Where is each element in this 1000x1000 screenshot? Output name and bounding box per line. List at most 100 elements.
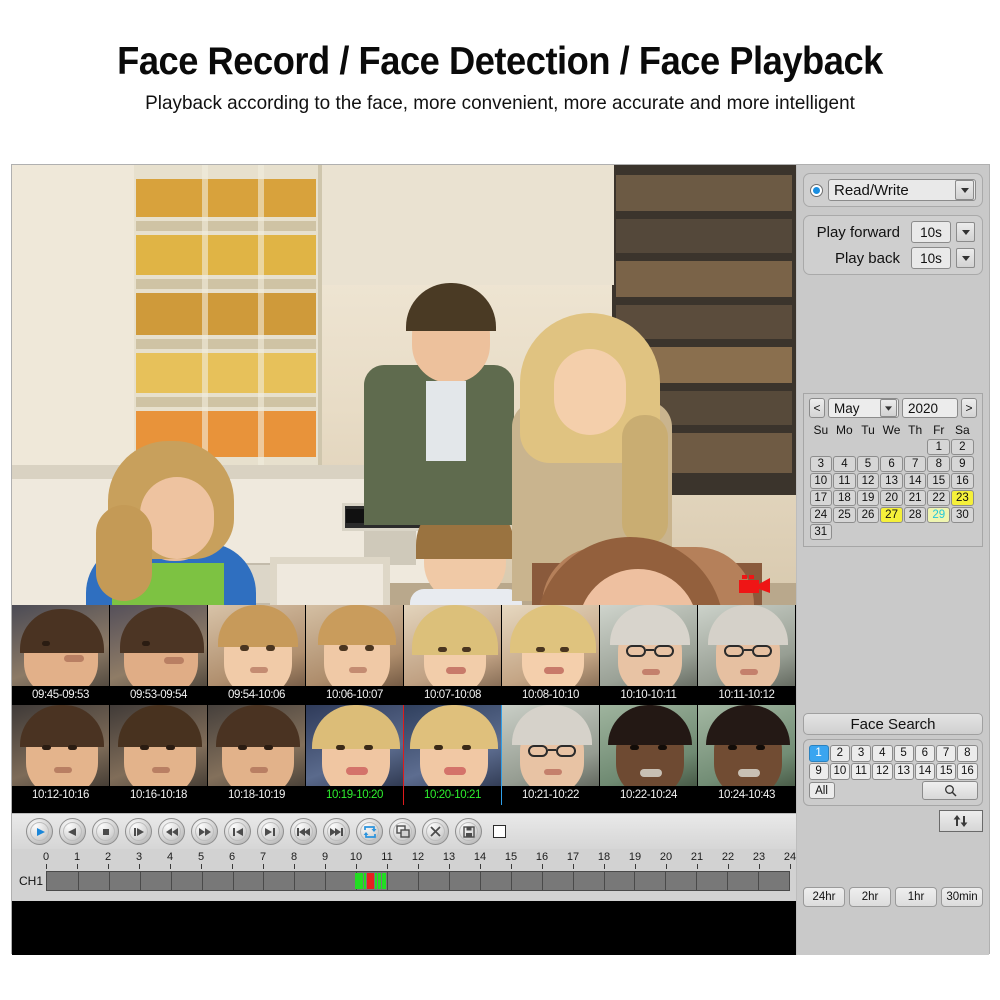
calendar-day[interactable]: 28 [904,507,927,523]
thumbnail-item[interactable]: 10:18-10:19 [208,705,306,805]
play-forward-chevron-down-icon[interactable] [956,222,975,242]
play-button[interactable] [26,818,53,845]
channel-button-14[interactable]: 14 [915,763,935,780]
calendar-day[interactable]: 6 [880,456,903,472]
calendar-prev-button[interactable]: < [809,398,825,418]
thumbnail-item[interactable]: 10:22-10:24 [600,705,698,805]
calendar-next-button[interactable]: > [961,398,977,418]
timeline-zoom-24hr[interactable]: 24hr [803,887,845,907]
play-forward-value[interactable]: 10s [911,221,951,243]
timeline-recording-segment[interactable] [355,873,360,889]
channel-button-6[interactable]: 6 [915,745,935,762]
timeline-zoom-1hr[interactable]: 1hr [895,887,937,907]
timeline-recording-segment[interactable] [382,873,386,889]
channel-button-16[interactable]: 16 [957,763,977,780]
calendar-day[interactable]: 12 [857,473,880,489]
thumbnail-item[interactable]: 10:07-10:08 [404,605,502,705]
timeline-zoom-2hr[interactable]: 2hr [849,887,891,907]
calendar-month-chevron-down-icon[interactable] [880,399,897,417]
channel-button-3[interactable]: 3 [851,745,871,762]
fast-forward-button[interactable] [191,818,218,845]
channel-button-10[interactable]: 10 [830,763,850,780]
calendar-day[interactable]: 21 [904,490,927,506]
channel-button-1[interactable]: 1 [809,745,829,762]
calendar-day[interactable]: 9 [951,456,974,472]
channel-button-2[interactable]: 2 [830,745,850,762]
video-preview[interactable] [12,165,796,605]
calendar-day[interactable]: 4 [833,456,856,472]
play-back-chevron-down-icon[interactable] [956,248,975,268]
rewind-button[interactable] [158,818,185,845]
calendar-day[interactable]: 20 [880,490,903,506]
chevron-down-icon[interactable] [955,180,974,200]
timeline-recording-segment[interactable] [364,873,367,889]
channel-button-9[interactable]: 9 [809,763,829,780]
timeline-recording-segment[interactable] [378,873,381,889]
loop-button[interactable] [356,818,383,845]
calendar-day[interactable]: 17 [810,490,833,506]
previous-button[interactable] [224,818,251,845]
thumbnail-item[interactable]: 10:12-10:16 [12,705,110,805]
calendar-day[interactable]: 23 [951,490,974,506]
calendar-month-select[interactable]: May [828,398,899,418]
channel-button-15[interactable]: 15 [936,763,956,780]
thumbnail-item[interactable]: 10:06-10:07 [306,605,404,705]
calendar-day[interactable]: 7 [904,456,927,472]
calendar-day[interactable]: 16 [951,473,974,489]
calendar-day[interactable]: 29 [927,507,950,523]
thumbnail-item[interactable]: 10:16-10:18 [110,705,208,805]
calendar-day[interactable]: 10 [810,473,833,489]
step-frame-button[interactable] [125,818,152,845]
timeline-recording-segment[interactable] [367,873,374,889]
channel-all-button[interactable]: All [809,782,835,799]
calendar-day[interactable]: 24 [810,507,833,523]
reverse-play-button[interactable] [59,818,86,845]
channel-button-12[interactable]: 12 [872,763,892,780]
thumbnail-item[interactable]: 10:11-10:12 [698,605,796,705]
timeline-track[interactable] [46,871,790,891]
channel-button-7[interactable]: 7 [936,745,956,762]
channel-button-13[interactable]: 13 [894,763,914,780]
calendar-day[interactable]: 2 [951,439,974,455]
sync-button[interactable] [939,810,983,832]
clip-button[interactable] [389,818,416,845]
timeline-recording-segment[interactable] [375,873,377,889]
calendar-day[interactable]: 1 [927,439,950,455]
previous-file-button[interactable] [290,818,317,845]
thumbnail-item[interactable]: 09:45-09:53 [12,605,110,705]
calendar-day[interactable]: 19 [857,490,880,506]
stop-button[interactable] [92,818,119,845]
timeline-zoom-30min[interactable]: 30min [941,887,983,907]
calendar-day[interactable]: 27 [880,507,903,523]
calendar-year-field[interactable]: 2020 [902,398,958,418]
channel-button-5[interactable]: 5 [894,745,914,762]
calendar-day[interactable]: 31 [810,524,833,540]
channel-button-8[interactable]: 8 [957,745,977,762]
play-back-value[interactable]: 10s [911,247,951,269]
thumbnail-item[interactable]: 09:53-09:54 [110,605,208,705]
thumbnail-item-selected-red[interactable]: 10:19-10:20 [306,705,404,805]
face-search-button[interactable]: Face Search [803,713,983,735]
calendar-day[interactable]: 18 [833,490,856,506]
mode-radio[interactable] [810,184,823,197]
mode-select[interactable]: Read/Write [828,179,976,201]
thumbnail-item[interactable]: 10:21-10:22 [502,705,600,805]
timeline-recording-segment[interactable] [360,873,362,889]
next-button[interactable] [257,818,284,845]
save-button[interactable] [455,818,482,845]
calendar-day[interactable]: 8 [927,456,950,472]
calendar-day[interactable]: 5 [857,456,880,472]
search-button[interactable] [922,781,978,800]
calendar-day[interactable]: 13 [880,473,903,489]
channel-button-4[interactable]: 4 [872,745,892,762]
calendar-day[interactable]: 11 [833,473,856,489]
calendar-day[interactable]: 14 [904,473,927,489]
thumbnail-item[interactable]: 10:24-10:43 [698,705,796,805]
thumbnail-item[interactable]: 10:08-10:10 [502,605,600,705]
calendar-day[interactable]: 26 [857,507,880,523]
next-file-button[interactable] [323,818,350,845]
thumbnail-item[interactable]: 10:10-10:11 [600,605,698,705]
sync-playback-checkbox[interactable] [493,825,506,838]
channel-button-11[interactable]: 11 [851,763,871,780]
calendar-day[interactable]: 22 [927,490,950,506]
